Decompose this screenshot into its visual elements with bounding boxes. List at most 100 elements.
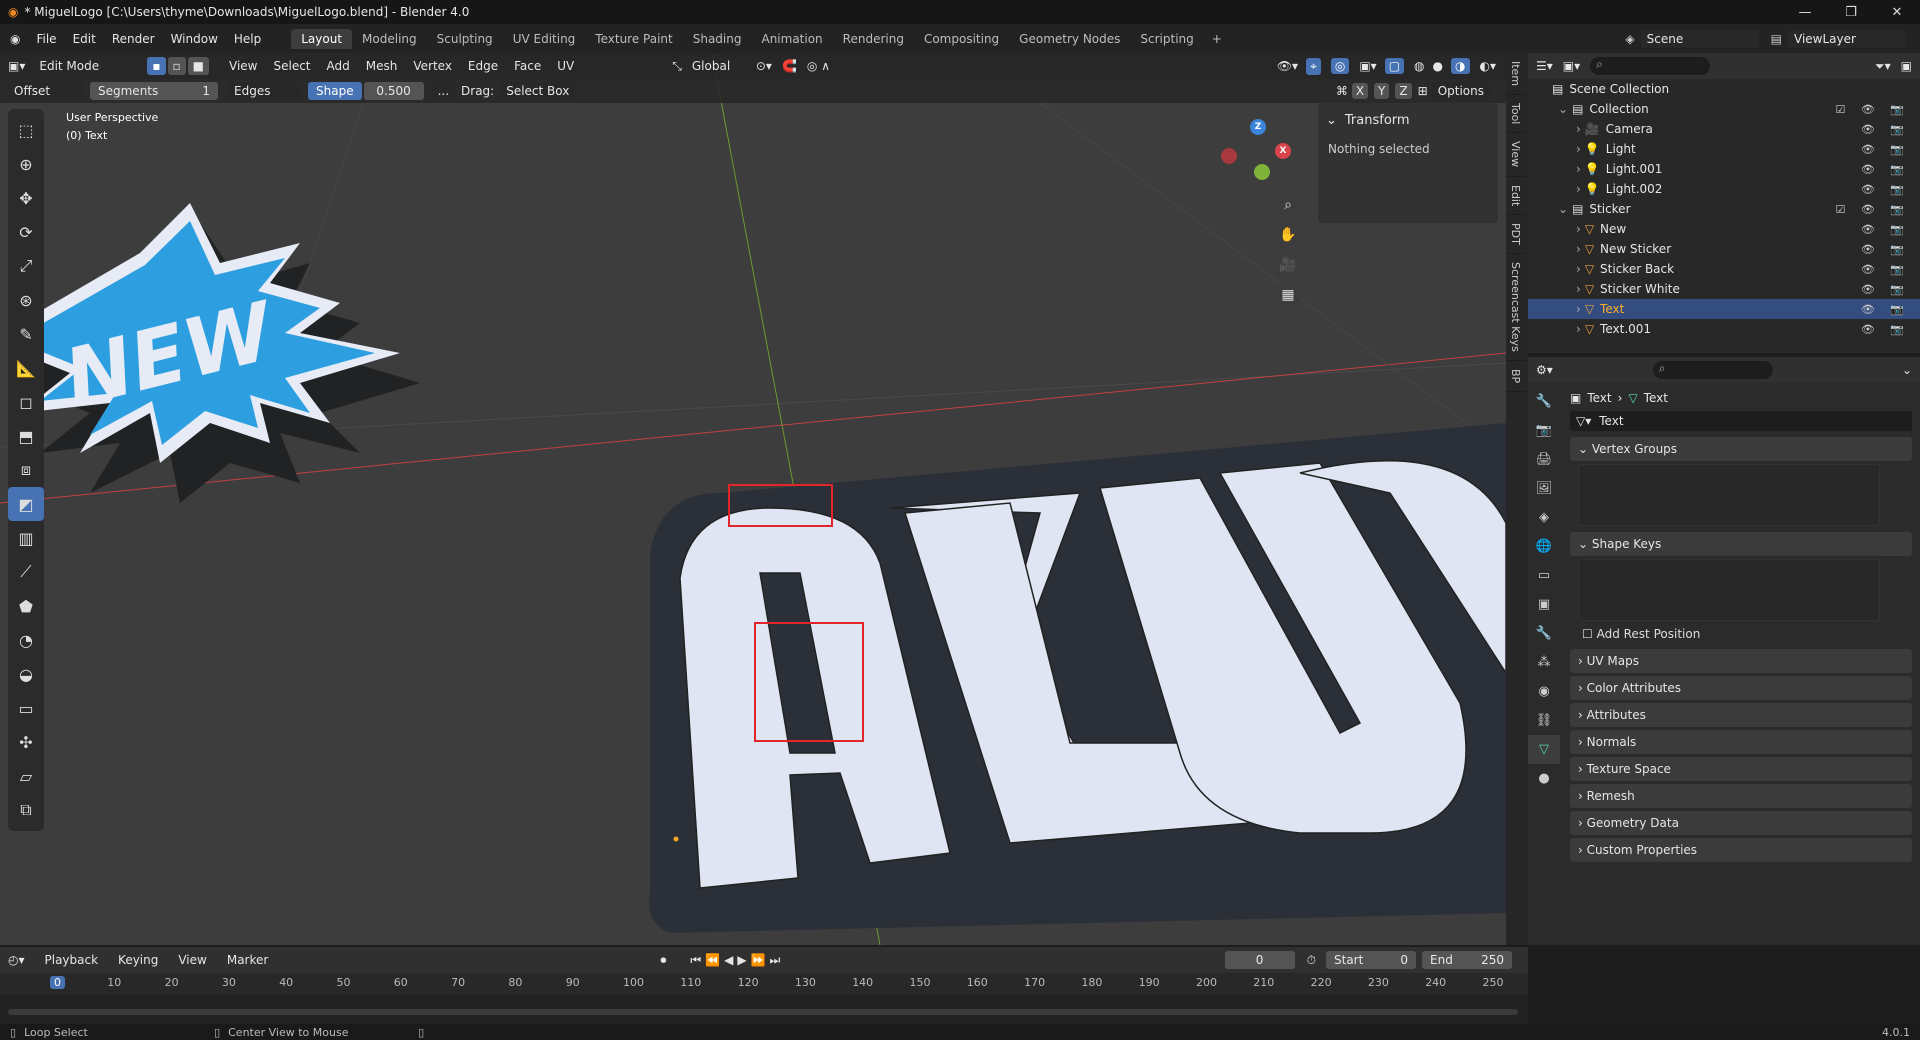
sidebar-tab-edit[interactable]: Edit [1506,177,1525,215]
visibility-render-icons[interactable]: 👁 📷 [1861,243,1910,256]
shape-value-field[interactable]: 0.500 [363,82,424,100]
prev-keyframe-icon[interactable]: ⏪ [705,953,720,967]
start-frame-field[interactable]: Start 0 [1326,951,1416,969]
loop-cut-tool-icon[interactable]: ▥ [8,521,44,555]
menu-edit[interactable]: Edit [65,32,104,46]
outliner-item-new-sticker[interactable]: › ▽ New Sticker 👁 📷 [1528,239,1920,259]
rendered-shading-icon[interactable]: ◐▾ [1480,59,1497,73]
tab-sculpting[interactable]: Sculpting [427,29,503,49]
record-icon[interactable]: ⏺ [660,953,666,968]
list-box[interactable] [1578,559,1880,621]
pan-hand-icon[interactable]: ✋ [1274,221,1302,249]
visibility-render-icons[interactable]: 👁 📷 [1861,323,1910,336]
outliner-item-light-001[interactable]: › 💡 Light.001 👁 📷 [1528,159,1920,179]
section-custom-properties[interactable]: › Custom Properties [1570,838,1912,862]
bevel-tool-icon[interactable]: ◩ [8,487,44,521]
expand-chevron-icon[interactable]: › [1576,222,1581,236]
visibility-render-icons[interactable]: 👁 📷 [1861,303,1910,316]
collection-props-icon[interactable]: ▭ [1528,561,1560,590]
timeline-scrollbar[interactable] [8,1009,1518,1015]
gizmo-toggle-icon[interactable]: ⌖ [1306,57,1321,75]
pivot-icon[interactable]: ⊙▾ [756,59,772,73]
tab-shading[interactable]: Shading [683,29,752,49]
zoom-icon[interactable]: ⌕ [1274,191,1302,219]
auto-merge-icon[interactable]: ⊞ [1418,84,1428,98]
sidebar-tab-screencast-keys[interactable]: Screencast Keys [1506,254,1525,361]
snap-icon[interactable]: 🧲 [782,59,797,73]
outliner-item-light-002[interactable]: › 💡 Light.002 👁 📷 [1528,179,1920,199]
more-options-dropdown[interactable]: ... [431,82,456,100]
scale-tool-icon[interactable]: ⤢ [8,249,44,283]
gizmo-y-axis[interactable] [1254,164,1270,180]
gizmo-neg-x-axis[interactable] [1221,148,1237,164]
tab-modeling[interactable]: Modeling [352,29,427,49]
3d-viewport[interactable]: NEW ▣▾ Edit Mode ▪ ▫ ■ View Select Add M… [0,53,1506,945]
collapse-chevron-icon[interactable]: ⌄ [1326,113,1337,128]
menu-render[interactable]: Render [104,32,163,46]
menu-select[interactable]: Select [265,59,318,73]
mirror-icon[interactable]: ⌘ [1336,84,1348,98]
tab-compositing[interactable]: Compositing [914,29,1009,49]
outliner-item-text[interactable]: › ▽ Text 👁 📷 [1528,299,1920,319]
tab-texture-paint[interactable]: Texture Paint [585,29,682,49]
mesh-data-name-field[interactable]: ▽▾ Text [1570,411,1912,431]
add-workspace-button[interactable]: + [1204,32,1230,46]
visibility-render-icons[interactable]: 👁 📷 [1861,163,1910,176]
add-cube-tool-icon[interactable]: ◻ [8,385,44,419]
menu-add[interactable]: Add [319,59,358,73]
outliner-item-sticker-back[interactable]: › ▽ Sticker Back 👁 📷 [1528,259,1920,279]
checkbox-icon[interactable]: ☐ [1582,627,1597,641]
drag-select-dropdown[interactable]: Select Box [500,82,576,100]
timeline-ruler[interactable]: 0 10 20 30 40 50 60 70 80 90 100 110 120 130 140 150 160… [0,973,1528,995]
expand-chevron-icon[interactable]: ⌄ [1558,202,1568,216]
mirror-z-button[interactable]: Z [1395,83,1412,99]
face-select-icon[interactable]: ■ [187,57,209,75]
properties-search-input[interactable]: ⌕ [1652,361,1773,379]
marker-menu[interactable]: Marker [219,953,276,967]
menu-face[interactable]: Face [506,59,549,73]
proportional-edit-icon[interactable]: ◎ ∧ [807,59,830,73]
sidebar-tab-tool[interactable]: Tool [1506,95,1525,134]
edge-select-icon[interactable]: ▫ [167,57,186,75]
tab-animation[interactable]: Animation [751,29,832,49]
transform-tool-icon[interactable]: ⊛ [8,283,44,317]
menu-window[interactable]: Window [163,32,226,46]
visibility-render-icons[interactable]: ☑ 👁 📷 [1835,203,1910,216]
menu-uv[interactable]: UV [549,59,582,73]
output-props-icon[interactable]: 🖨 [1528,445,1560,474]
smooth-tool-icon[interactable]: ◒ [8,657,44,691]
outliner-item-collection[interactable]: ⌄ ▤ Collection ☑ 👁 📷 [1528,99,1920,119]
spin-tool-icon[interactable]: ◔ [8,623,44,657]
annotate-tool-icon[interactable]: ✎ [8,317,44,351]
camera-view-icon[interactable]: 🎥 [1274,251,1302,279]
select-box-tool-icon[interactable]: ⬚ [8,113,44,147]
extrude-tool-icon[interactable]: ⬒ [8,419,44,453]
tab-uv-editing[interactable]: UV Editing [503,29,586,49]
menu-file[interactable]: File [28,32,64,46]
jump-end-icon[interactable]: ⏭ [770,953,781,968]
current-frame-marker[interactable]: 0 [50,976,65,989]
visibility-render-icons[interactable]: 👁 📷 [1861,183,1910,196]
tab-layout[interactable]: Layout [291,28,353,49]
section-attributes[interactable]: › Attributes [1570,703,1912,727]
material-props-icon[interactable]: ● [1528,764,1560,793]
rotate-tool-icon[interactable]: ⟳ [8,215,44,249]
xray-toggle-icon[interactable]: ▢ [1384,58,1405,74]
new-collection-icon[interactable]: ▣ [1901,59,1912,73]
shear-tool-icon[interactable]: ▱ [8,759,44,793]
add-rest-position-checkbox[interactable]: ☐ Add Rest Position [1582,627,1920,641]
play-icon[interactable]: ▶ [737,953,746,967]
editor-type-icon[interactable]: ▣▾ [8,59,25,73]
affect-dropdown[interactable]: Edges [228,82,302,100]
next-keyframe-icon[interactable]: ⏩ [751,953,766,967]
shrink-fatten-tool-icon[interactable]: ✣ [8,725,44,759]
render-props-icon[interactable]: 📷 [1528,416,1560,445]
move-tool-icon[interactable]: ✥ [8,181,44,215]
expand-chevron-icon[interactable]: › [1576,242,1581,256]
wireframe-shading-icon[interactable]: ◍ [1414,59,1424,73]
section-color-attributes[interactable]: › Color Attributes [1570,676,1912,700]
constraint-props-icon[interactable]: ⛓ [1528,706,1560,735]
sidebar-tab-pdt[interactable]: PDT [1506,215,1525,254]
visibility-render-icons[interactable]: 👁 📷 [1861,143,1910,156]
transform-orientation-dropdown[interactable]: Global [685,57,750,75]
